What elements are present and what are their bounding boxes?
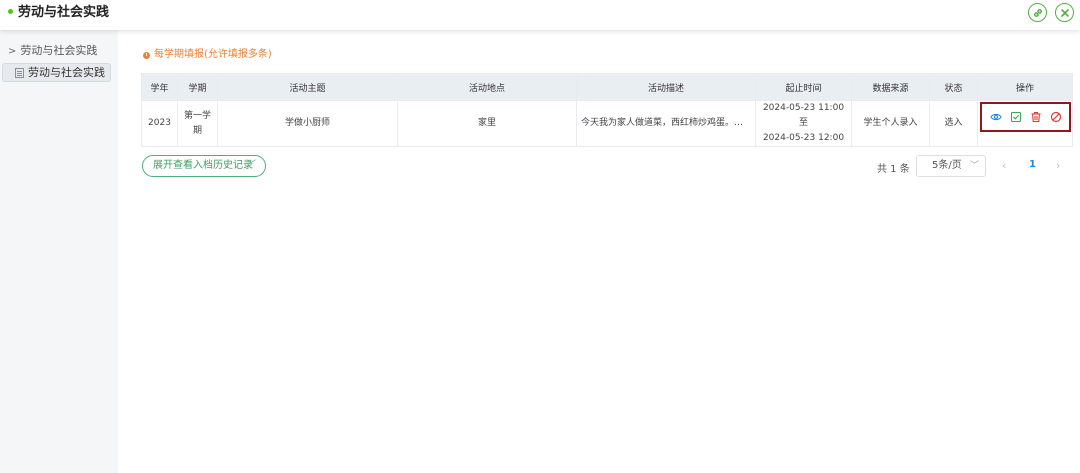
page-size-select[interactable]: 5条/页 ﹀	[916, 155, 986, 177]
cell-term: 第一学期	[177, 100, 218, 147]
sidebar-parent-label: 劳动与社会实践	[20, 44, 98, 57]
edit-check-icon[interactable]	[1009, 110, 1023, 124]
column-header-year: 学年	[141, 73, 178, 101]
sidebar: > 劳动与社会实践 劳动与社会实践	[0, 30, 118, 473]
cell-actions	[977, 100, 1073, 147]
chevron-down-icon: ﹀	[246, 160, 256, 171]
pagination-next-button[interactable]: ›	[1056, 159, 1060, 172]
column-header-source: 数据来源	[851, 73, 930, 101]
delete-icon[interactable]	[1029, 110, 1043, 124]
page-size-value: 5条/页	[932, 160, 962, 171]
column-header-term: 学期	[177, 73, 218, 101]
column-header-actions: 操作	[977, 73, 1073, 101]
actions-highlight-box	[980, 102, 1071, 132]
pagination-prev-button[interactable]: ‹	[1002, 159, 1006, 172]
sidebar-tree-parent[interactable]: > 劳动与社会实践	[8, 44, 97, 59]
column-header-theme: 活动主题	[217, 73, 398, 101]
cell-theme: 学做小厨师	[217, 100, 398, 147]
page-title: 劳动与社会实践	[18, 5, 110, 20]
column-header-description: 活动描述	[576, 73, 756, 101]
chevron-down-icon: ﹀	[969, 161, 979, 171]
sidebar-item-label: 劳动与社会实践	[28, 66, 105, 79]
column-header-status: 状态	[929, 73, 978, 101]
info-icon	[143, 51, 150, 59]
table-header-row: 学年 学期 活动主题 活动地点 活动描述 起止时间 数据来源 状态 操作	[141, 73, 1073, 101]
status-dot	[8, 9, 13, 14]
cell-status: 选入	[929, 100, 978, 147]
cell-description: 今天我为家人做道菜，西红柿炒鸡蛋。首先...	[576, 100, 756, 147]
time-start: 2024-05-23 11:00 至	[762, 103, 845, 128]
notice-text: 每学期填报(允许填报多条)	[143, 48, 272, 62]
pagination-page-1[interactable]: 1	[1029, 159, 1036, 170]
table-row: 2023 第一学期 学做小厨师 家里 今天我为家人做道菜，西红柿炒鸡蛋。首先..…	[141, 100, 1073, 147]
pagination-total: 共 1 条	[877, 164, 910, 175]
expand-history-label: 展开查看入档历史记录	[153, 160, 253, 171]
cell-location: 家里	[397, 100, 577, 147]
expand-history-button[interactable]: 展开查看入档历史记录 ﹀	[142, 155, 266, 177]
caret-right-icon[interactable]: >	[8, 46, 16, 57]
document-icon	[15, 67, 24, 78]
notice-label: 每学期填报(允许填报多条)	[154, 49, 272, 60]
cell-year: 2023	[141, 100, 178, 147]
cell-time: 2024-05-23 11:00 至 2024-05-23 12:00	[755, 100, 852, 147]
close-circle-icon[interactable]	[1055, 3, 1074, 22]
column-header-location: 活动地点	[397, 73, 577, 101]
app-header: 劳动与社会实践	[0, 0, 1080, 30]
view-icon[interactable]	[989, 110, 1003, 124]
sidebar-item-labor-practice[interactable]: 劳动与社会实践	[2, 63, 111, 82]
disable-icon[interactable]	[1049, 110, 1063, 124]
cell-source: 学生个人录入	[851, 100, 930, 147]
column-header-time: 起止时间	[755, 73, 852, 101]
records-table: 学年 学期 活动主题 活动地点 活动描述 起止时间 数据来源 状态 操作 202…	[141, 73, 1073, 147]
link-icon[interactable]	[1028, 3, 1047, 22]
time-end: 2024-05-23 12:00	[762, 133, 845, 143]
